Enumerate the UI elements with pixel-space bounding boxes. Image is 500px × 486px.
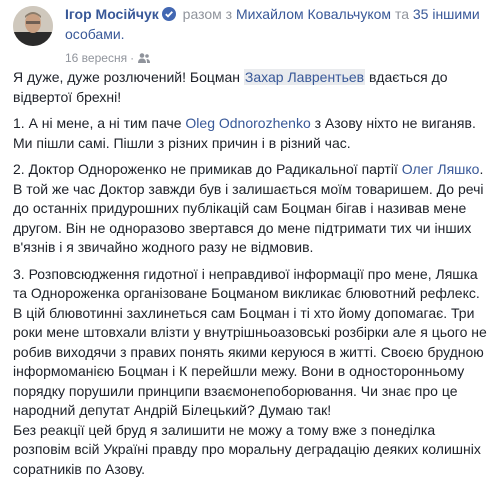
post-body: Я дуже, дуже розлючений! Боцман Захар Ла… (13, 68, 489, 486)
and-text: та (394, 6, 409, 22)
post-header: Ігор Мосійчук разом з Михайлом Ковальчук… (13, 4, 493, 65)
post-paragraph: 3. Розповсюдження гидотної і неправдивої… (13, 265, 487, 419)
tag-oleg-lyashko[interactable]: Олег Ляшко (402, 161, 480, 177)
text-segment: 2. Доктор Однороженко не примикав до Рад… (13, 161, 402, 177)
text-segment: Я дуже, дуже розлючений! Боцман (13, 69, 244, 85)
post-paragraph: 1. А ні мене, а ні тим паче Oleg Odnoroz… (13, 114, 489, 153)
post-paragraph: Без реакції цей бруд я залишити не можу … (13, 421, 481, 477)
post-paragraph: 2. Доктор Однороженко не примикав до Рад… (13, 160, 489, 258)
post-date-link[interactable]: 16 вересня (65, 51, 127, 65)
verified-badge-icon (161, 6, 176, 21)
avatar[interactable] (13, 6, 53, 46)
with-prefix: разом з (182, 6, 233, 22)
text-segment: 1. А ні мене, а ні тим паче (13, 115, 186, 131)
author-name-link[interactable]: Ігор Мосійчук (65, 6, 159, 22)
tag-zakhar-lavrentiev[interactable]: Захар Лаврентьев (243, 69, 366, 85)
tagged-person-link[interactable]: Михайлом Ковальчуком (236, 6, 391, 22)
post-paragraph: Я дуже, дуже розлючений! Боцман Захар Ла… (13, 68, 489, 107)
tag-oleg-odnorozhenko[interactable]: Oleg Odnorozhenko (185, 115, 310, 131)
friends-audience-icon[interactable] (137, 51, 151, 65)
